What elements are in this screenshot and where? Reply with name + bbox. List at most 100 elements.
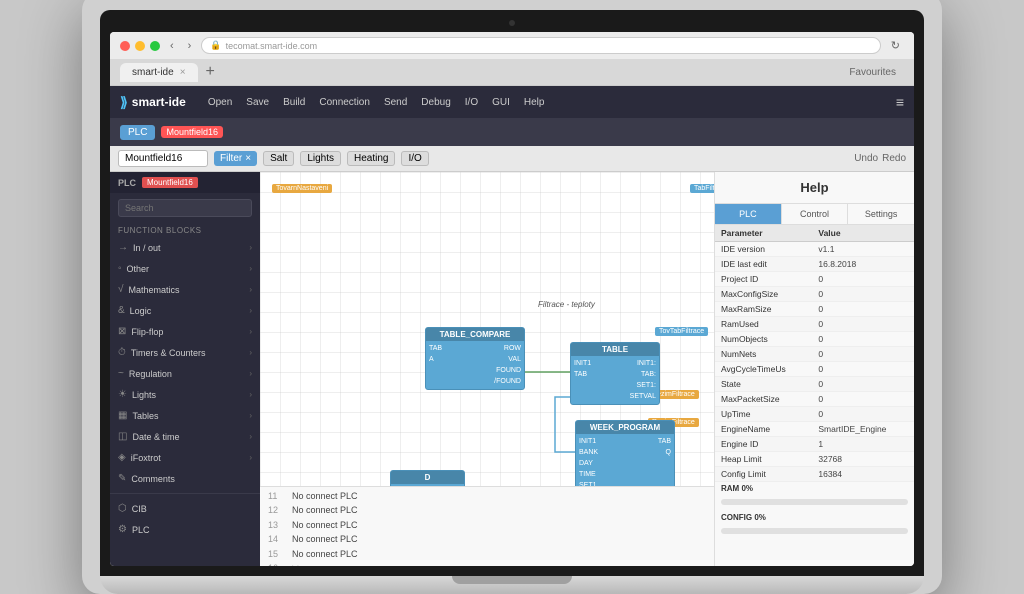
sidebar-item-comments[interactable]: ✎ Comments [110,468,260,489]
sidebar-item-regulation[interactable]: ~ Regulation › [110,363,260,384]
log-line-13: 13 No connect PLC [268,518,706,532]
menu-connection[interactable]: Connection [319,97,370,108]
undo-button[interactable]: Undo [854,153,878,164]
logic-icon: & [118,305,125,316]
block-d-header: D [391,471,464,484]
help-table-row: Heap Limit32768 [715,452,914,467]
sidebar-item-flipflop[interactable]: ⊠ Flip-flop › [110,321,260,342]
new-tab-button[interactable]: + [198,59,223,85]
sidebar-plc-text: PLC [118,178,136,188]
port-init1r: INIT1: [630,359,656,368]
block-table-header: TABLE [571,343,659,356]
filter-button[interactable]: Filter × [214,151,257,166]
port-tab: TAB [574,370,591,379]
menu-send[interactable]: Send [384,97,407,108]
url-bar[interactable]: 🔒 tecomat.smart-ide.com [201,37,880,54]
filter-tag-salt[interactable]: Salt [263,151,294,166]
help-table-row: Config Limit16384 [715,467,914,482]
sidebar-item-ifoxtrot[interactable]: ◈ iFoxtrot › [110,447,260,468]
log-line-15: 15 No connect PLC [268,547,706,561]
sidebar-item-logic[interactable]: & Logic › [110,300,260,321]
sidebar-item-in-out[interactable]: → In / out › [110,237,260,258]
redo-button[interactable]: Redo [882,153,906,164]
hamburger-icon[interactable]: ≡ [896,94,904,110]
sidebar-section-title: FUNCTION BLOCKS [110,222,260,237]
menu-build[interactable]: Build [283,97,305,108]
plc-badge: Mountfield16 [142,177,198,188]
chevron-right-icon: › [249,243,252,252]
port-set1r: SET1: [630,381,656,390]
chevron-right-icon: › [249,369,252,378]
help-table-row: MaxRamSize0 [715,302,914,317]
help-table-row: State0 [715,377,914,392]
label-tovtabfiltrace: TovTabFiltrace [655,327,708,336]
maximize-button[interactable] [150,41,160,51]
block-d[interactable]: D D CLK! SET VAL RES [390,470,465,486]
browser-tab[interactable]: smart-ide × [120,63,198,82]
menu-help[interactable]: Help [524,97,545,108]
port-val: VAL [494,355,521,364]
cib-icon: ⬡ [118,503,127,514]
help-table-row: MaxConfigSize0 [715,287,914,302]
filter-tag-heating[interactable]: Heating [347,151,395,166]
help-table-row: IDE versionv1.1 [715,242,914,257]
datetime-icon: ◫ [118,431,127,442]
help-table-row: IDE last edit16.8.2018 [715,257,914,272]
filter-tag-io[interactable]: I/O [401,151,428,166]
filter-tag-lights[interactable]: Lights [300,151,341,166]
help-tab-settings[interactable]: Settings [848,204,914,224]
block-table[interactable]: TABLE INIT1 TAB INIT1: TAB: [570,342,660,405]
menu-gui[interactable]: GUI [492,97,510,108]
chevron-right-icon: › [249,327,252,336]
sidebar-item-tables[interactable]: ▦ Tables › [110,405,260,426]
help-table-row: NumNets0 [715,347,914,362]
log-line-14: 14 No connect PLC [268,532,706,546]
close-button[interactable] [120,41,130,51]
sidebar-item-math[interactable]: √ Mathematics › [110,279,260,300]
app-logo: ⟫ smart-ide [120,94,186,111]
sidebar-search-input[interactable] [118,199,252,217]
port-nfound: /FOUND [494,377,521,386]
port-tab: BANK [579,448,605,457]
menu-open[interactable]: Open [208,97,232,108]
port-q-r: Q [658,448,671,457]
sidebar-item-datetime[interactable]: ◫ Date & time › [110,426,260,447]
tables-icon: ▦ [118,410,127,421]
port-row: ROW [494,344,521,353]
sidebar-item-timers[interactable]: ⏱ Timers & Counters › [110,342,260,363]
help-col-param: Parameter [715,225,812,242]
menu-save[interactable]: Save [246,97,269,108]
comments-icon: ✎ [118,473,126,484]
back-button[interactable]: ‹ [166,38,178,54]
forward-button[interactable]: › [184,38,196,54]
help-table: Parameter Value IDE versionv1.1IDE last … [715,225,914,482]
chevron-right-icon: › [249,306,252,315]
menu-io[interactable]: I/O [465,97,478,108]
help-table-row: Project ID0 [715,272,914,287]
sidebar-item-cib[interactable]: ⬡ CIB [110,498,260,519]
canvas-area[interactable]: TovarnNastaveni TabFiltrace TovTabFiltra… [260,172,714,486]
plc-tab[interactable]: PLC [120,125,155,140]
minimize-button[interactable] [135,41,145,51]
refresh-button[interactable]: ↻ [887,37,904,54]
ram-label: RAM 0% [715,482,914,495]
chevron-right-icon: › [249,348,252,357]
log-line-11: 11 No connect PLC [268,489,706,503]
port-init1: INIT1 [579,437,605,446]
timer-icon: ⏱ [118,347,126,358]
config-progress [715,524,914,540]
chevron-right-icon: › [249,432,252,441]
help-table-row: EngineNameSmartIDE_Engine [715,422,914,437]
sidebar-item-other[interactable]: ◦ Other › [110,258,260,279]
menu-debug[interactable]: Debug [421,97,450,108]
help-tab-plc[interactable]: PLC [715,204,782,224]
label-tovarn: TovarnNastaveni [272,184,332,193]
tab-close-icon[interactable]: × [180,67,186,78]
help-tab-control[interactable]: Control [782,204,849,224]
lights-icon: ☀ [118,389,127,400]
sidebar-item-plc[interactable]: ⚙ PLC [110,519,260,540]
filter-input-value[interactable]: Mountfield16 [125,153,201,164]
block-week-program-bot[interactable]: WEEK_PROGRAM INIT1 BANK DAY TIME SET1 SE… [575,420,675,486]
block-table-compare[interactable]: TABLE_COMPARE TAB A ROW VAL [425,327,525,390]
sidebar-item-lights[interactable]: ☀ Lights › [110,384,260,405]
